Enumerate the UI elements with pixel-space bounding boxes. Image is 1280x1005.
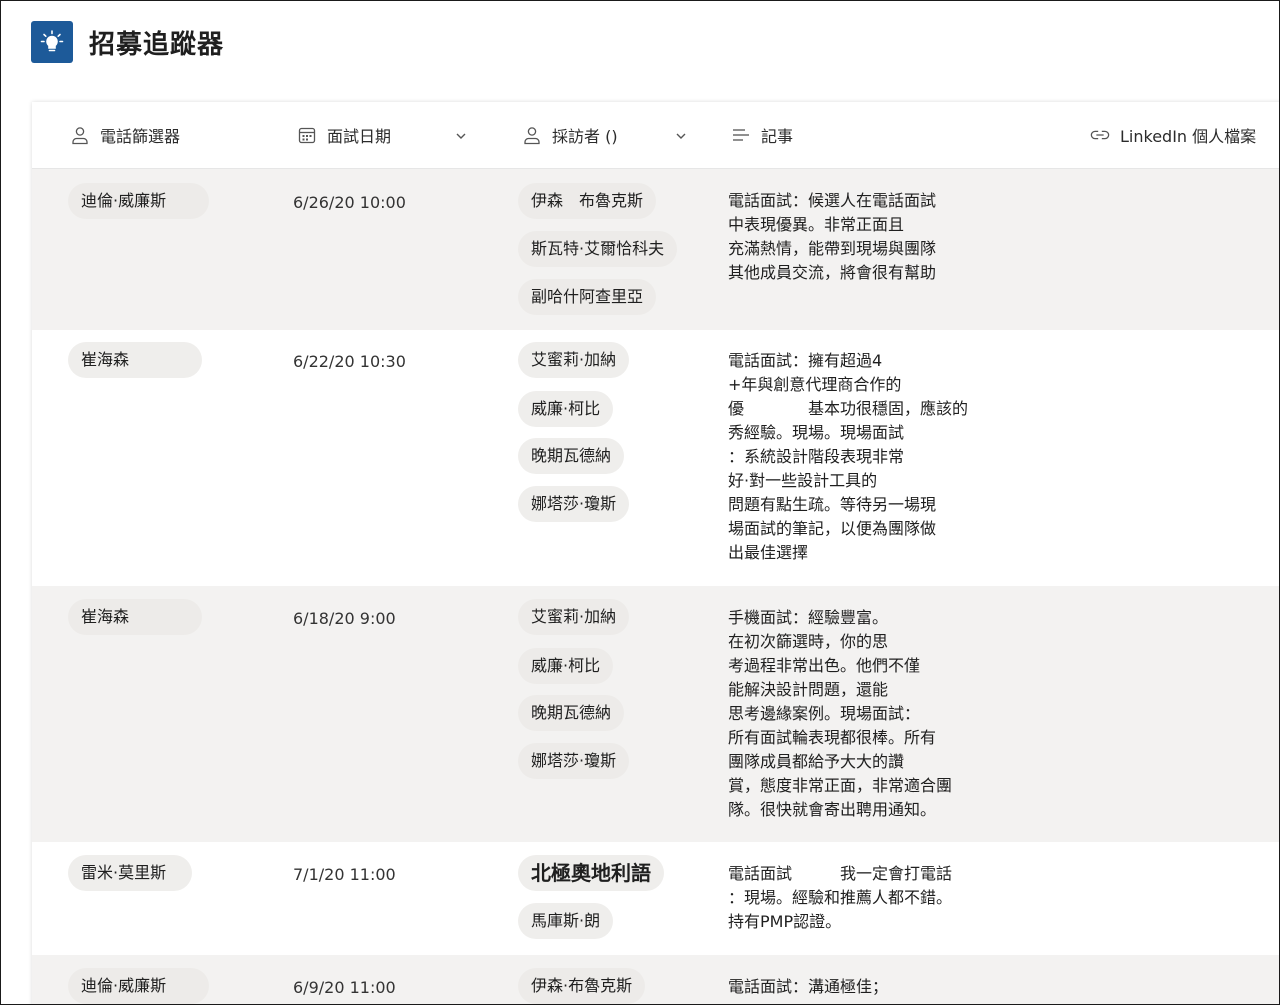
interviewer-chip[interactable]: 伊森 布魯克斯 — [518, 183, 657, 219]
lightbulb-icon — [31, 21, 73, 63]
interviewer-chip[interactable]: 副哈什阿查里亞 — [518, 279, 657, 315]
interviewer-chip[interactable]: 威廉·柯比 — [518, 391, 614, 427]
screener-chip[interactable]: 崔海森 — [68, 599, 202, 635]
chevron-down-icon[interactable] — [674, 128, 688, 147]
table-row[interactable]: 雷米·莫里斯 7/1/20 11:00 北極奧地利語 馬庫斯·朗 電話面試 我一… — [32, 842, 1279, 955]
interviewer-chip[interactable]: 斯瓦特·艾爾恰科夫 — [518, 231, 678, 267]
interviewer-chip[interactable]: 娜塔莎·瓊斯 — [518, 743, 630, 779]
interview-date: 6/9/20 11:00 — [293, 978, 396, 997]
person-icon — [70, 125, 90, 145]
table-row[interactable]: 迪倫·威廉斯 6/26/20 10:00 伊森 布魯克斯 斯瓦特·艾爾恰科夫 副… — [32, 169, 1279, 330]
link-icon — [1090, 125, 1110, 145]
interviewer-chip[interactable]: 娜塔莎·瓊斯 — [518, 486, 630, 522]
column-header-screener[interactable]: 電話篩選器 — [70, 102, 180, 168]
screener-chip[interactable]: 迪倫·威廉斯 — [68, 183, 209, 219]
column-header-row: 電話篩選器 面試日期 採訪者 () 記事 LinkedIn 個人檔案 — [32, 102, 1279, 169]
column-header-label: 電話篩選器 — [100, 127, 181, 146]
column-header-label: 面試日期 — [327, 127, 392, 146]
table-row[interactable]: 崔海森 6/18/20 9:00 艾蜜莉·加納 威廉·柯比 晚期瓦德納 娜塔莎·… — [32, 586, 1279, 842]
screener-chip[interactable]: 迪倫·威廉斯 — [68, 968, 209, 1004]
interviewer-chip[interactable]: 伊森·布魯克斯 — [518, 968, 646, 1004]
notes-cell[interactable]: 電話面試：擁有超過4 +年與創意代理商合作的 優 基本功很穩固，應該的 秀經驗。… — [728, 349, 978, 565]
interviewer-chip[interactable]: 馬庫斯·朗 — [518, 903, 614, 939]
column-header-label: 採訪者 () — [552, 127, 618, 146]
column-header-label: LinkedIn 個人檔案 — [1120, 127, 1257, 146]
app-title: 招募追蹤器 — [89, 29, 225, 60]
screener-chip[interactable]: 崔海森 — [68, 342, 202, 378]
interview-date: 6/22/20 10:30 — [293, 352, 406, 371]
interviewer-chip[interactable]: 北極奧地利語 — [518, 855, 664, 891]
notes-lines-icon — [731, 125, 751, 145]
notes-cell[interactable]: 電話面試 我一定會打電話 ：現場。經驗和推薦人都不錯。 持有PMP認證。 — [728, 862, 978, 934]
column-header-label: 記事 — [761, 127, 794, 146]
interviewer-chip[interactable]: 艾蜜莉·加納 — [518, 342, 630, 378]
screener-chip[interactable]: 雷米·莫里斯 — [68, 855, 192, 891]
column-header-interview-date[interactable]: 面試日期 — [297, 102, 391, 168]
table-row[interactable]: 崔海森 6/22/20 10:30 艾蜜莉·加納 威廉·柯比 晚期瓦德納 娜塔莎… — [32, 330, 1279, 586]
app-window: 招募追蹤器 電話篩選器 面試日期 採訪者 () 記事 LinkedIn 個人檔案… — [0, 0, 1280, 1005]
chevron-down-icon[interactable] — [454, 128, 468, 147]
notes-cell[interactable]: 電話面試：溝通極佳； — [728, 975, 978, 999]
person-icon — [522, 125, 542, 145]
interview-date: 6/26/20 10:00 — [293, 193, 406, 212]
interviewer-chip[interactable]: 晚期瓦德納 — [518, 438, 625, 474]
notes-cell[interactable]: 手機面試：經驗豐富。 在初次篩選時，你的思 考過程非常出色。他們不僅 能解決設計… — [728, 606, 978, 822]
recruiting-grid: 電話篩選器 面試日期 採訪者 () 記事 LinkedIn 個人檔案 迪倫·威廉… — [32, 102, 1279, 1004]
table-row[interactable]: 迪倫·威廉斯 6/9/20 11:00 伊森·布魯克斯 電話面試：溝通極佳； — [32, 955, 1279, 1004]
interview-date: 6/18/20 9:00 — [293, 609, 396, 628]
app-header: 招募追蹤器 — [31, 20, 224, 64]
interviewer-chip[interactable]: 威廉·柯比 — [518, 648, 614, 684]
interviewer-chip[interactable]: 晚期瓦德納 — [518, 695, 625, 731]
interview-date: 7/1/20 11:00 — [293, 865, 396, 884]
interviewer-chip[interactable]: 艾蜜莉·加納 — [518, 599, 630, 635]
column-header-notes[interactable]: 記事 — [731, 102, 793, 168]
column-header-linkedin[interactable]: LinkedIn 個人檔案 — [1090, 102, 1256, 168]
notes-cell[interactable]: 電話面試：候選人在電話面試 中表現優異。非常正面且 充滿熱情，能帶到現場與團隊 … — [728, 189, 978, 285]
calendar-icon — [297, 125, 317, 145]
column-header-interviewers[interactable]: 採訪者 () — [522, 102, 618, 168]
